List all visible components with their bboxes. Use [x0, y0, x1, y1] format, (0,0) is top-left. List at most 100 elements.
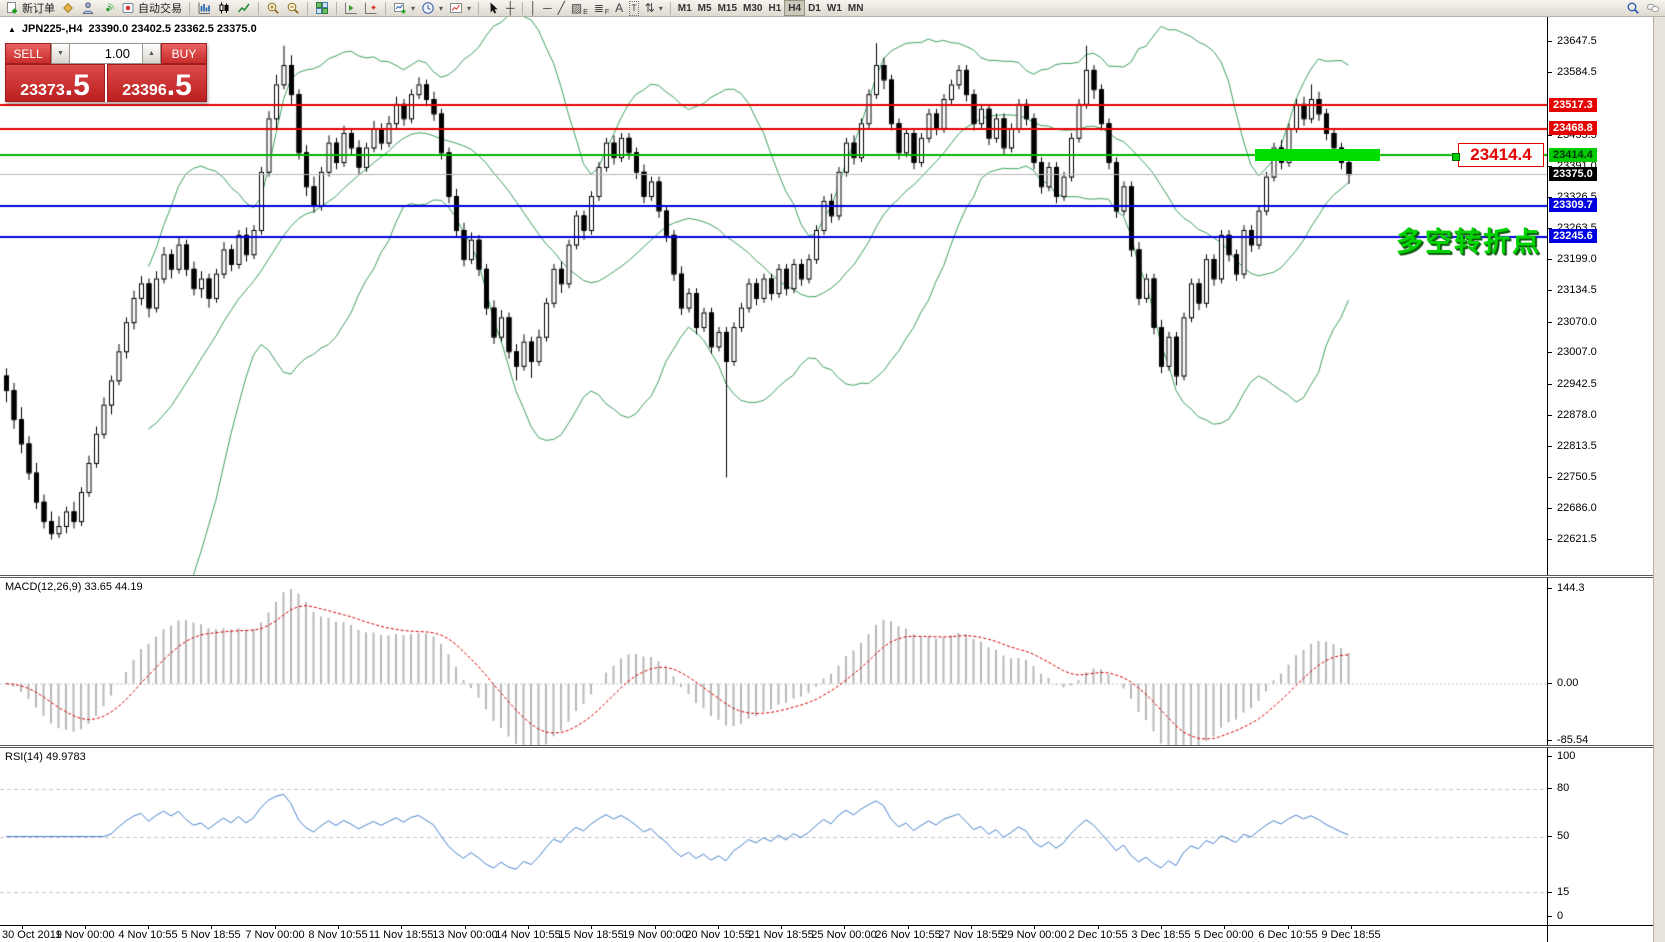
horizontal-line-icon: ─	[543, 2, 552, 15]
macd-tick-label: 144.3	[1557, 582, 1585, 594]
axis-tick-mark	[1548, 259, 1552, 260]
toolbar-separator	[522, 2, 523, 15]
tile-windows-icon	[315, 1, 329, 15]
price-tag: 23414.4	[1549, 148, 1597, 162]
axis-corner-divider	[1547, 926, 1548, 942]
price-chart-canvas[interactable]	[0, 17, 1547, 575]
fibonacci-button[interactable]: ≣F	[591, 0, 612, 16]
search-icon	[1626, 1, 1640, 15]
sell-price-main: 23373	[20, 74, 65, 108]
barchart-button[interactable]	[194, 0, 214, 16]
main-chart-pane: ▲ JPN225-,H4 23390.0 23402.5 23362.5 233…	[0, 17, 1665, 575]
buy-price-panel[interactable]: 23396 .5	[107, 64, 207, 102]
tf-m30-button[interactable]: M30	[740, 0, 765, 16]
price-tick-label: 22813.5	[1557, 440, 1597, 452]
volume-input[interactable]	[70, 43, 142, 64]
new-order-icon	[5, 1, 19, 15]
trendline-button[interactable]: ╱	[555, 0, 568, 16]
chat-button[interactable]	[1643, 0, 1663, 16]
tf-d1-button[interactable]: D1	[805, 0, 824, 16]
tf-m5-button[interactable]: M5	[695, 0, 715, 16]
time-label: 29 Nov 00:00	[1001, 929, 1066, 941]
price-tag: 23245.6	[1549, 229, 1597, 243]
tf-m15-button-label: M15	[718, 3, 737, 14]
axis-tick-mark	[1548, 415, 1552, 416]
ohlc-values: 23390.0 23402.5 23362.5 23375.0	[88, 23, 256, 35]
autotrade-button[interactable]: 自动交易	[118, 0, 185, 16]
tf-h1-button-label: H1	[768, 3, 781, 14]
time-label: 13 Nov 00:00	[432, 929, 497, 941]
axis-tick-mark	[1548, 683, 1552, 684]
rsi-canvas[interactable]	[0, 748, 1547, 925]
price-box-annotation[interactable]: 23414.4	[1458, 143, 1544, 167]
macd-axis[interactable]: 144.30.00-85.54	[1547, 578, 1653, 745]
zoom-out-button[interactable]	[283, 0, 303, 16]
text-icon: A	[615, 2, 623, 15]
zoom-in-button[interactable]	[263, 0, 283, 16]
axis-tick-mark	[1548, 290, 1552, 291]
tf-m1-button[interactable]: M1	[675, 0, 695, 16]
sell-button[interactable]: SELL	[5, 43, 51, 64]
tf-m15-button[interactable]: M15	[715, 0, 740, 16]
time-label: 25 Nov 00:00	[811, 929, 876, 941]
tf-mn-button[interactable]: MN	[845, 0, 867, 16]
corner-letter: E	[583, 9, 588, 16]
tf-h1-button[interactable]: H1	[765, 0, 784, 16]
time-label: 27 Nov 18:55	[938, 929, 1003, 941]
axis-tick-mark	[1548, 836, 1552, 837]
price-axis[interactable]: 23647.523584.523455.523391.023326.523263…	[1547, 17, 1653, 575]
tf-h4-button[interactable]: H4	[784, 0, 805, 16]
equidistant-channel-button[interactable]: ▨E	[568, 0, 591, 16]
window-edge-strip	[1653, 17, 1665, 942]
zoom-out-icon	[286, 1, 300, 15]
indicators-button[interactable]: ▾	[446, 0, 474, 16]
one-click-trading-widget: SELL ▼ ▲ BUY 23373 .5 23396 .5	[5, 43, 207, 102]
candlestick-button[interactable]	[214, 0, 234, 16]
crosshair-button[interactable]: ┼	[503, 0, 518, 16]
sell-price-panel[interactable]: 23373 .5	[5, 64, 105, 102]
rsi-label: RSI(14) 49.9783	[5, 751, 86, 763]
tf-d1-button-label: D1	[808, 3, 821, 14]
signals-button[interactable]	[98, 0, 118, 16]
macd-pane: MACD(12,26,9) 33.65 44.19 144.30.00-85.5…	[0, 578, 1665, 745]
auto-scroll-button[interactable]	[341, 0, 361, 16]
text-label-button[interactable]: T	[626, 0, 642, 16]
new-order-button[interactable]: 新订单	[2, 0, 58, 16]
time-label: 14 Nov 10:55	[495, 929, 560, 941]
macd-canvas[interactable]	[0, 578, 1547, 745]
cursor-button[interactable]	[483, 0, 503, 16]
price-tag: 23375.0	[1549, 167, 1597, 181]
volume-down-button[interactable]: ▼	[51, 43, 70, 64]
horizontal-line-button[interactable]: ─	[540, 0, 555, 16]
price-tick-label: 22878.0	[1557, 409, 1597, 421]
toolbar-separator	[670, 2, 671, 15]
collapse-triangle-icon[interactable]: ▲	[8, 25, 16, 34]
rsi-axis[interactable]: 1008050150	[1547, 748, 1653, 925]
arrows-button[interactable]: ⇅▾	[642, 0, 666, 16]
time-axis[interactable]: 30 Oct 20191 Nov 00:004 Nov 10:555 Nov 1…	[0, 925, 1665, 942]
periods-button[interactable]: ▾	[418, 0, 446, 16]
line-chart-icon	[237, 1, 251, 15]
price-tag: 23309.7	[1549, 198, 1597, 212]
tile-windows-button[interactable]	[312, 0, 332, 16]
toolbar-separator	[307, 2, 308, 15]
turning-point-text-annotation[interactable]: 多空转折点	[1396, 220, 1541, 259]
new-chart-button[interactable]: ▾	[390, 0, 418, 16]
symbol-period-label: JPN225-,H4	[22, 23, 83, 35]
community-button[interactable]	[78, 0, 98, 16]
styles-button[interactable]	[58, 0, 78, 16]
sell-price-pip: .5	[65, 68, 90, 104]
volume-up-button[interactable]: ▲	[142, 43, 161, 64]
tf-w1-button[interactable]: W1	[824, 0, 845, 16]
buy-button[interactable]: BUY	[161, 43, 207, 64]
search-button[interactable]	[1623, 0, 1643, 16]
chart-shift-button[interactable]	[361, 0, 381, 16]
toolbar-separator	[189, 2, 190, 15]
time-label: 6 Dec 10:55	[1258, 929, 1317, 941]
highlight-bar-annotation[interactable]	[1255, 149, 1380, 161]
linechart-button[interactable]	[234, 0, 254, 16]
person-icon	[81, 1, 95, 15]
vertical-line-button[interactable]: │	[527, 0, 541, 16]
text-button[interactable]: A	[612, 0, 626, 16]
price-tick-label: 23584.5	[1557, 66, 1597, 78]
